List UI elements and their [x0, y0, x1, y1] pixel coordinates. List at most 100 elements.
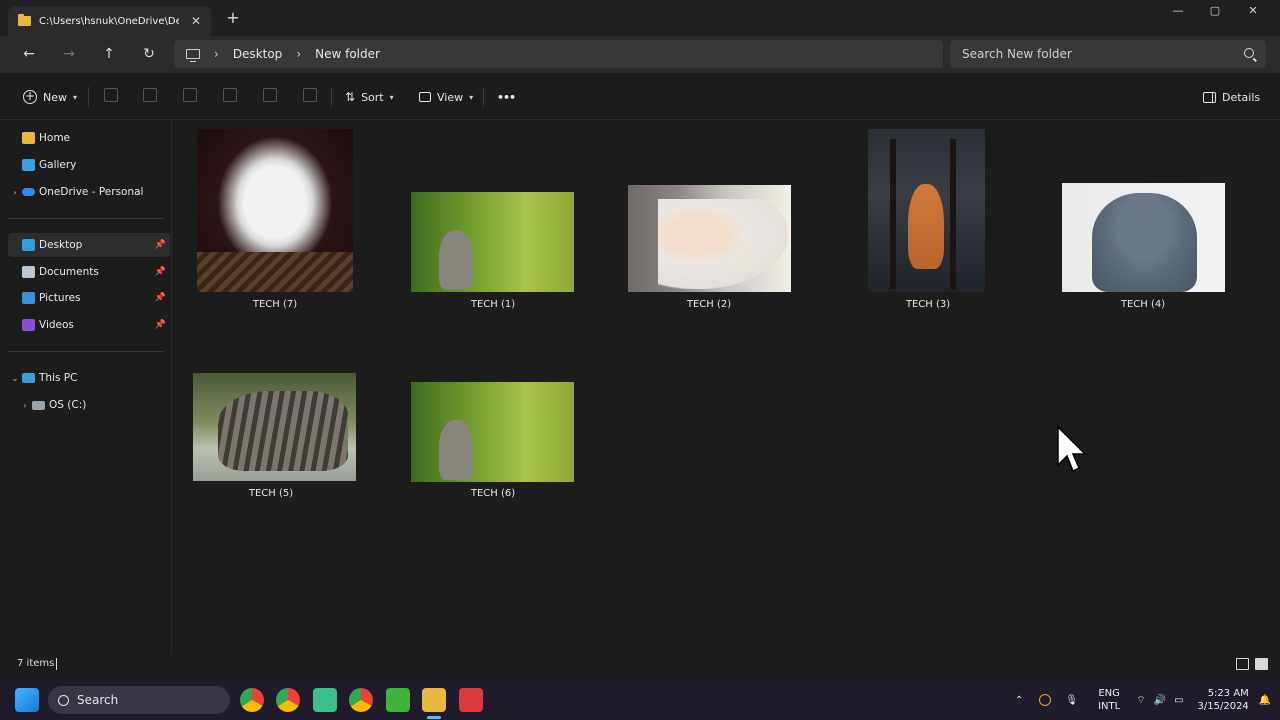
file-name[interactable]: TECH (5) — [191, 488, 351, 499]
chevron-down-icon[interactable]: ⌄ — [8, 374, 22, 383]
details-button[interactable]: Details — [1203, 87, 1260, 107]
thumbnail-image[interactable] — [868, 129, 985, 292]
sidebar-item-label: OneDrive - Personal — [39, 186, 144, 198]
sidebar-item-label: Videos — [39, 319, 74, 331]
forward-button[interactable]: → — [58, 44, 80, 64]
gallery-icon — [22, 159, 35, 171]
file-name[interactable]: TECH (2) — [629, 299, 789, 310]
layout-label: INTL — [1098, 701, 1121, 712]
chevron-right-icon[interactable]: › — [8, 188, 22, 197]
wifi-icon[interactable]: ⌔ — [1136, 694, 1145, 707]
chrome-alt-icon[interactable] — [349, 688, 373, 712]
share-icon[interactable] — [263, 88, 277, 102]
thumbnail-image[interactable] — [1062, 183, 1225, 292]
new-tab-button[interactable]: + — [224, 9, 242, 27]
active-app-indicator — [427, 716, 441, 719]
thumbnail-image[interactable] — [411, 382, 574, 482]
view-button[interactable]: View ▾ — [419, 87, 473, 107]
divider — [8, 218, 164, 219]
sidebar-item-videos[interactable]: Videos 📌 — [8, 313, 170, 337]
thumbnail-image[interactable] — [193, 373, 356, 481]
sidebar-item-pictures[interactable]: Pictures 📌 — [8, 286, 170, 310]
volume-icon[interactable]: 🔊 — [1154, 695, 1166, 706]
file-name[interactable]: TECH (6) — [413, 488, 573, 499]
sidebar-item-documents[interactable]: Documents 📌 — [8, 260, 170, 284]
pin-icon[interactable]: 📌 — [155, 240, 166, 250]
cloud-icon — [22, 188, 35, 196]
file-name[interactable]: TECH (7) — [195, 299, 355, 310]
more-options-button[interactable]: ••• — [497, 87, 516, 107]
close-window-button[interactable]: ✕ — [1233, 4, 1273, 22]
camtasia-icon[interactable] — [386, 688, 410, 712]
up-button[interactable]: ↑ — [98, 44, 120, 64]
mouse-cursor-icon — [1057, 425, 1087, 473]
breadcrumb-desktop[interactable]: Desktop — [233, 47, 283, 61]
close-tab-icon[interactable]: ✕ — [191, 14, 201, 28]
plus-icon: + — [23, 89, 37, 104]
start-windows-icon[interactable] — [15, 688, 39, 712]
drive-icon — [32, 400, 45, 410]
chevron-up-icon[interactable]: ⌃ — [1015, 695, 1023, 706]
file-list: TECH (7) TECH (1) TECH (2) TECH (3) TECH… — [173, 121, 1280, 654]
notepad-icon[interactable] — [313, 688, 337, 712]
sidebar-item-os-drive[interactable]: › OS (C:) — [18, 393, 180, 417]
paste-icon[interactable] — [183, 88, 197, 102]
rename-icon[interactable] — [223, 88, 237, 102]
pc-icon — [22, 373, 35, 383]
file-explorer-icon[interactable] — [422, 688, 446, 712]
sidebar-item-onedrive[interactable]: › OneDrive - Personal — [8, 180, 170, 204]
pin-icon[interactable]: 📌 — [155, 320, 166, 330]
sidebar-item-home[interactable]: Home — [8, 126, 170, 150]
navigation-pane: Home Gallery › OneDrive - Personal Deskt… — [0, 121, 172, 654]
maximize-button[interactable]: ▢ — [1195, 4, 1235, 22]
language-indicator[interactable]: ENG INTL — [1098, 687, 1120, 713]
details-view-icon[interactable] — [1236, 658, 1249, 670]
back-button[interactable]: ← — [18, 44, 40, 64]
chevron-right-icon[interactable]: › — [296, 47, 301, 61]
battery-icon[interactable]: ▭ — [1174, 695, 1183, 706]
cut-icon[interactable] — [104, 88, 118, 102]
chevron-down-icon: ▾ — [389, 92, 394, 102]
search-input[interactable]: Search New folder — [950, 40, 1266, 68]
chrome-profile-icon[interactable] — [276, 688, 300, 712]
status-bar: 7 items — [0, 654, 1280, 676]
file-name[interactable]: TECH (4) — [1063, 299, 1223, 310]
file-name[interactable]: TECH (1) — [413, 299, 573, 310]
clock-date: 3/15/2024 — [1197, 701, 1249, 712]
sidebar-item-this-pc[interactable]: ⌄ This PC — [8, 366, 170, 390]
thumbnail-image[interactable] — [628, 185, 791, 292]
large-icons-view-icon[interactable] — [1255, 658, 1268, 670]
notifications-icon[interactable]: 🔔 — [1259, 695, 1271, 706]
thumbnail-image[interactable] — [197, 129, 353, 292]
minimize-button[interactable]: — — [1158, 4, 1198, 22]
file-name[interactable]: TECH (3) — [848, 299, 1008, 310]
chevron-right-icon[interactable]: › — [214, 47, 219, 61]
microphone-icon[interactable]: 🎙 — [1065, 695, 1078, 706]
pin-icon[interactable]: 📌 — [155, 293, 166, 303]
sidebar-item-gallery[interactable]: Gallery — [8, 153, 170, 177]
pin-icon[interactable]: 📌 — [155, 267, 166, 277]
taskbar-search[interactable]: Search — [48, 686, 230, 714]
chevron-down-icon: ▾ — [73, 92, 78, 102]
search-icon[interactable] — [1244, 48, 1254, 58]
clock-time: 5:23 AM — [1207, 688, 1249, 699]
breadcrumb[interactable]: › Desktop › New folder — [174, 40, 943, 68]
explorer-tab[interactable]: C:\Users\hsnuk\OneDrive\Desk ✕ — [8, 6, 211, 36]
sort-button[interactable]: ⇅ Sort ▾ — [345, 87, 394, 107]
breadcrumb-new-folder[interactable]: New folder — [315, 47, 380, 61]
new-button[interactable]: + New ▾ — [23, 87, 77, 107]
copy-icon[interactable] — [143, 88, 157, 102]
clock[interactable]: 5:23 AM 3/15/2024 — [1198, 687, 1249, 713]
delete-icon[interactable] — [303, 88, 317, 102]
refresh-button[interactable]: ↻ — [138, 44, 160, 64]
recorder-icon[interactable] — [459, 688, 483, 712]
monitor-icon[interactable] — [186, 49, 200, 62]
sync-icon[interactable] — [1039, 694, 1052, 706]
thumbnail-image[interactable] — [411, 192, 574, 292]
chrome-icon[interactable] — [240, 688, 264, 712]
chevron-right-icon[interactable]: › — [18, 401, 32, 410]
status-divider — [56, 658, 57, 670]
sidebar-item-desktop[interactable]: Desktop 📌 — [8, 233, 170, 257]
divider — [483, 87, 484, 107]
videos-icon — [22, 319, 35, 331]
